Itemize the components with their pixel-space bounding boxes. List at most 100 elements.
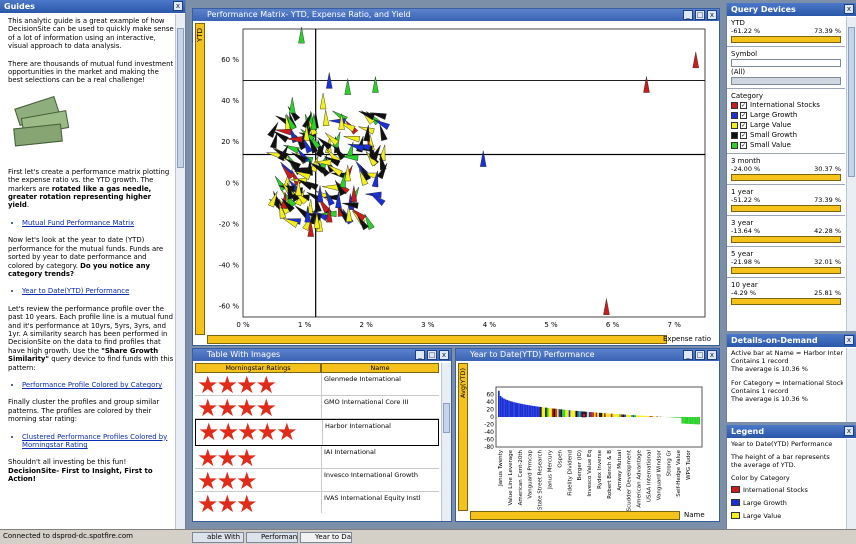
symbol-search-input[interactable]: [731, 59, 841, 67]
link-clustered-profiles[interactable]: Clustered Performance Profiles Colored b…: [22, 433, 174, 450]
ytd-bar: [556, 409, 559, 417]
ytd-bar: [654, 416, 657, 417]
ytd-minimize-button[interactable]: _: [683, 350, 693, 360]
matrix-x-axis-label[interactable]: Expense ratio: [663, 335, 711, 343]
category-option[interactable]: ✓ Small Growth: [731, 130, 845, 140]
ytd-bar: [572, 410, 574, 417]
col-name-header[interactable]: Name: [321, 363, 439, 373]
col-morningstar-header[interactable]: Morningstar Ratings: [195, 363, 321, 373]
matrix-plot[interactable]: 0 % 1 % 2 % 3 % 4 % 5 % 6 % 7 % 60 % 40 % 20 % 0 % -…: [207, 23, 717, 335]
ytd-bar: [688, 417, 690, 424]
link-performance-profile[interactable]: Performance Profile Colored by Category: [22, 381, 174, 389]
dod-scrollbar[interactable]: [846, 348, 856, 422]
taskbar-tab-ytd[interactable]: Year to Dat...: [300, 532, 352, 543]
taskbar-tab-performance[interactable]: Performanc...: [246, 532, 298, 543]
ytd-range-slider[interactable]: [731, 36, 841, 43]
matrix-maximize-button[interactable]: □: [695, 10, 705, 20]
matrix-x-axis-selector[interactable]: [207, 335, 667, 344]
legend-close-button[interactable]: x: [844, 426, 854, 436]
matrix-minimize-button[interactable]: _: [683, 10, 693, 20]
category-swatch: [731, 131, 738, 139]
table-row[interactable]: ★★★★ Glenmede International: [195, 373, 439, 396]
ytd-bar: [652, 416, 655, 417]
ytd-bar: [575, 410, 578, 417]
link-ytd-performance[interactable]: Year to Date(YTD) Performance: [22, 287, 174, 295]
ytd-bar: [684, 417, 687, 424]
table-row[interactable]: ★★★★ GMO International Core III: [195, 396, 439, 419]
legend-color-by: Color by Category: [731, 474, 790, 482]
category-checkbox[interactable]: ✓: [740, 121, 747, 129]
ytd-bar: [503, 398, 505, 417]
morningstar-rating: ★★★: [197, 446, 258, 468]
3year-range-slider[interactable]: [731, 236, 841, 243]
legend-item-label: Large Value: [743, 511, 782, 520]
dod-close-button[interactable]: x: [844, 335, 854, 345]
fund-name: IVAS International Equity Instl: [321, 492, 439, 513]
category-checkbox[interactable]: ✓: [740, 101, 747, 109]
legend-items: International Stocks Large Growth Large Va…: [731, 484, 843, 521]
ytd-bar: [540, 406, 542, 417]
ytd-x-tick: American Advantage: [637, 449, 643, 507]
ytd-bar-chart[interactable]: 6040200-20-40-60-80 Janus Twenty Value Lin…: [470, 363, 718, 511]
ytd-bar: [563, 409, 566, 417]
query-close-button[interactable]: x: [844, 4, 854, 14]
ytd-bar: [587, 411, 589, 417]
table-minimize-button[interactable]: _: [415, 350, 425, 360]
query-devices-panel: Query Devices x YTD -61.22 % 73.39 % Symb…: [726, 3, 856, 331]
ytd-bar: [632, 415, 635, 417]
ytd-x-axis-selector[interactable]: [470, 511, 680, 520]
ytd-bar: [506, 399, 509, 417]
category-label: Small Growth: [750, 131, 798, 139]
query-scrollbar[interactable]: [846, 17, 856, 331]
table-scroll-thumb[interactable]: [443, 403, 450, 433]
ytd-bar: [674, 417, 677, 418]
category-option[interactable]: ✓ Large Growth: [731, 110, 845, 120]
category-label: Small Value: [750, 141, 791, 149]
link-performance-matrix[interactable]: Mutual Fund Performance Matrix: [22, 219, 174, 227]
dod-content: Active bar at Name = Harbor Internatio C…: [731, 349, 843, 403]
query-scroll-thumb[interactable]: [848, 27, 855, 177]
10year-range-slider[interactable]: [731, 298, 841, 305]
ytd-y-axis-selector[interactable]: Avg(YTD): [458, 363, 468, 511]
matrix-y-tick: 20 %: [221, 138, 239, 146]
category-checkbox[interactable]: ✓: [740, 131, 747, 139]
3month-range-slider[interactable]: [731, 174, 841, 181]
ytd-x-axis-label[interactable]: Name: [684, 511, 705, 519]
ytd-y-tick: 20: [486, 407, 494, 414]
table-row[interactable]: ★★★ Invesco International Growth: [195, 469, 439, 492]
taskbar-tab-table[interactable]: able With I...: [192, 532, 244, 543]
category-option[interactable]: ✓ Small Value: [731, 140, 845, 150]
legend-item: Large Growth: [731, 497, 843, 508]
ytd-bar: [681, 417, 684, 424]
category-option[interactable]: ✓ Large Value: [731, 120, 845, 130]
ytd-bar: [567, 410, 569, 417]
guides-close-button[interactable]: x: [173, 1, 183, 11]
ytd-bar: [615, 414, 618, 417]
symbol-slider[interactable]: [731, 77, 841, 85]
ytd-maximize-button[interactable]: □: [695, 350, 705, 360]
ytd-close-button[interactable]: x: [707, 350, 717, 360]
ytd-bar: [641, 415, 643, 417]
table-maximize-button[interactable]: □: [427, 350, 437, 360]
guides-scrollbar[interactable]: [175, 14, 185, 530]
fund-name: Harbor International: [322, 420, 438, 445]
guides-scroll-thumb[interactable]: [177, 28, 184, 168]
table-close-button[interactable]: x: [439, 350, 449, 360]
ytd-x-tick: Value Line Leverage: [508, 449, 514, 505]
ytd-bar: [558, 409, 561, 417]
table-row[interactable]: ★★★ IAI International: [195, 446, 439, 469]
ytd-bar: [526, 404, 529, 417]
matrix-close-button[interactable]: x: [707, 10, 717, 20]
legend-scrollbar[interactable]: [846, 439, 856, 530]
category-option[interactable]: ✓ International Stocks: [731, 100, 845, 110]
table-row[interactable]: ★★★ IVAS International Equity Instl: [195, 492, 439, 513]
1year-range-slider[interactable]: [731, 205, 841, 212]
guides-content: This analytic guide is a great example o…: [8, 17, 174, 527]
table-scrollbar[interactable]: [441, 363, 451, 521]
5year-range-slider[interactable]: [731, 267, 841, 274]
category-checkbox[interactable]: ✓: [740, 141, 747, 149]
category-checkbox[interactable]: ✓: [740, 111, 747, 119]
matrix-y-axis-selector[interactable]: YTD: [195, 23, 205, 335]
ytd-selected-bar: [581, 412, 586, 418]
table-row[interactable]: ★★★★★ Harbor International: [195, 419, 439, 446]
